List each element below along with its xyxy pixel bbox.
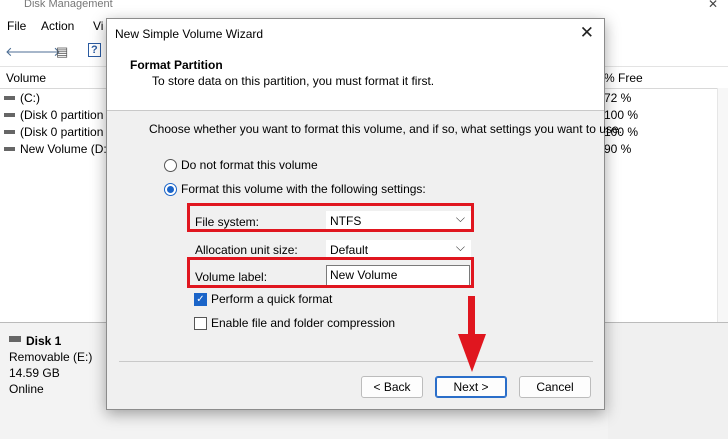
radio-label[interactable]: Format this volume with the following se… (181, 182, 426, 196)
menu-action[interactable]: Action (41, 19, 74, 33)
highlight-file-system (187, 203, 474, 232)
background-close-icon[interactable]: ✕ (708, 0, 718, 11)
annotation-arrow-shaft (468, 296, 475, 336)
volume-name: (Disk 0 partition (20, 125, 104, 139)
list-item[interactable]: (C:) (0, 90, 110, 107)
compression-label[interactable]: Enable file and folder compression (211, 316, 395, 330)
disk-type: Removable (E:) (9, 350, 93, 364)
help-icon[interactable]: ? (88, 43, 101, 57)
disk-partition-area[interactable] (608, 323, 728, 439)
back-button[interactable]: < Back (361, 376, 423, 398)
volume-list-scrollbar[interactable] (717, 88, 728, 322)
menu-file[interactable]: File (7, 19, 26, 33)
chevron-down-icon: ⌵ (455, 240, 465, 254)
highlight-volume-label (187, 257, 474, 288)
compression-checkbox[interactable] (194, 317, 207, 330)
cancel-button[interactable]: Cancel (519, 376, 591, 398)
list-item[interactable]: (Disk 0 partition (0, 107, 110, 124)
annotation-arrow-down-icon (458, 334, 486, 372)
volume-name: (Disk 0 partition (20, 108, 104, 122)
disk-size: 14.59 GB (9, 366, 60, 380)
column-free-percent[interactable]: % Free (604, 71, 643, 85)
column-volume[interactable]: Volume (6, 71, 46, 85)
volume-free-percent: 90 % (604, 142, 632, 156)
volume-name: (C:) (20, 91, 40, 105)
new-simple-volume-wizard-dialog: New Simple Volume Wizard ✕ Format Partit… (106, 18, 622, 410)
volume-free-percent: 100 % (604, 108, 639, 122)
quick-format-label[interactable]: Perform a quick format (211, 292, 332, 306)
disk-status: Online (9, 382, 44, 396)
radio-button-selected[interactable] (164, 183, 177, 196)
wizard-header: Format Partition To store data on this p… (107, 49, 604, 111)
close-icon[interactable]: ✕ (580, 23, 594, 43)
dialog-title: New Simple Volume Wizard (115, 27, 264, 41)
allocation-unit-label: Allocation unit size: (195, 243, 298, 257)
volume-icon (4, 96, 15, 100)
menu-view[interactable]: Vi (93, 19, 103, 33)
footer-divider (119, 361, 593, 362)
page-title: Format Partition (130, 58, 223, 72)
volume-icon (4, 147, 15, 151)
dialog-title-bar: New Simple Volume Wizard ✕ (107, 19, 604, 49)
disk-name: Disk 1 (26, 334, 62, 348)
next-button[interactable]: Next > (435, 376, 507, 398)
radio-button[interactable] (164, 159, 177, 172)
volume-icon (4, 130, 15, 134)
quick-format-checkbox[interactable]: ✓ (194, 293, 207, 306)
disk-icon (9, 336, 21, 342)
wizard-body: Choose whether you want to format this v… (107, 111, 622, 361)
background-title-bar: Disk Management ✕ (0, 0, 728, 14)
list-item[interactable]: (Disk 0 partition (0, 124, 110, 141)
volume-icon (4, 113, 15, 117)
list-item[interactable]: New Volume (D: (0, 141, 110, 158)
volume-name: New Volume (D: (20, 142, 107, 156)
background-window-title: Disk Management (24, 0, 113, 10)
volume-free-percent: 72 % (604, 91, 632, 105)
radio-label[interactable]: Do not format this volume (181, 158, 318, 172)
allocation-unit-value: Default (330, 243, 369, 257)
disk-info[interactable]: Disk 1 Removable (E:) 14.59 GB Online (0, 331, 104, 439)
intro-text: Choose whether you want to format this v… (149, 122, 622, 136)
page-subtitle: To store data on this partition, you mus… (152, 74, 435, 88)
properties-icon[interactable]: ▤ (56, 44, 68, 60)
